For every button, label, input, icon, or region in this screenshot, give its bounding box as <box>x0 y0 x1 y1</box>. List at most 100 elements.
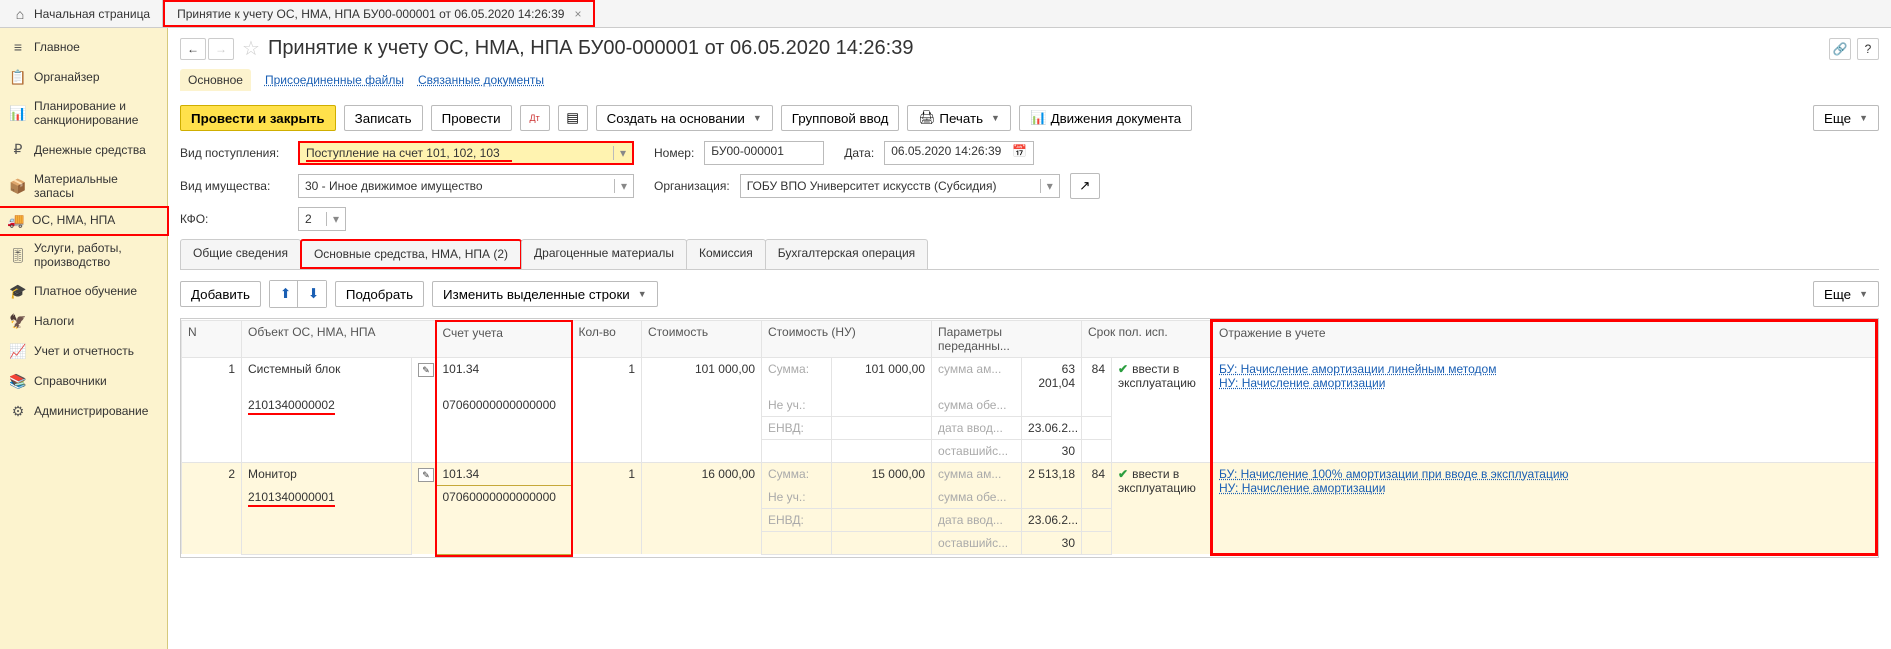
param-rest-val: 30 <box>1022 440 1082 463</box>
home-tab-label: Начальная страница <box>34 7 150 21</box>
document-tab[interactable]: Принятие к учету ОС, НМА, НПА БУ00-00000… <box>163 0 595 27</box>
post-close-button[interactable]: Провести и закрыть <box>180 105 336 131</box>
home-icon: ⌂ <box>12 6 28 22</box>
th-term: Срок пол. исп. <box>1082 321 1212 358</box>
sidebar-item-os-nma-npa[interactable]: 🚚ОС, НМА, НПА <box>0 206 169 236</box>
nu-neuch-label: Не уч.: <box>762 394 832 417</box>
cell-account-detail: 07060000000000000 <box>436 394 572 463</box>
star-icon[interactable]: ☆ <box>242 36 260 61</box>
nu-summa-val: 101 000,00 <box>832 358 932 395</box>
reflect-nu-link[interactable]: НУ: Начисление амортизации <box>1219 376 1385 390</box>
change-selected-button[interactable]: Изменить выделенные строки▼ <box>432 281 658 307</box>
sidebar-item-label: Учет и отчетность <box>34 344 134 358</box>
nomer-field[interactable]: БУ00-000001 <box>704 141 824 165</box>
sidebar-item-main[interactable]: ≡ Главное <box>0 32 167 62</box>
sidebar-item-education[interactable]: 🎓Платное обучение <box>0 276 167 306</box>
cell-object-inv: 2101340000001 <box>248 490 335 507</box>
tab-metals[interactable]: Драгоценные материалы <box>521 239 687 269</box>
reflect-bu-link[interactable]: БУ: Начисление амортизации линейным мето… <box>1219 362 1496 376</box>
sidebar-item-taxes[interactable]: 🦅Налоги <box>0 306 167 336</box>
sidebar-item-label: Услуги, работы, производство <box>34 241 157 270</box>
vvesti-label: ввести в эксплуатацию <box>1118 467 1196 495</box>
sidebar-item-label: Налоги <box>34 314 74 328</box>
cell-cost: 101 000,00 <box>642 358 762 463</box>
tab-commission[interactable]: Комиссия <box>686 239 766 269</box>
param-rest-val: 30 <box>1022 531 1082 554</box>
list-button[interactable]: ▤ <box>558 105 588 131</box>
card-icon[interactable]: ✎ <box>418 363 434 377</box>
pick-button[interactable]: Подобрать <box>335 281 424 307</box>
cell-account-detail[interactable]: 07060000000000000 <box>436 486 572 555</box>
vid-post-value: Поступление на счет 101, 102, 103 <box>306 146 500 160</box>
kfo-label: КФО: <box>180 212 288 226</box>
date-field[interactable]: 06.05.2020 14:26:39📅 <box>884 141 1034 165</box>
th-n: N <box>182 321 242 358</box>
sidebar-item-money[interactable]: ₽Денежные средства <box>0 135 167 165</box>
sidebar-item-admin[interactable]: ⚙Администрирование <box>0 396 167 426</box>
org-open-button[interactable]: ↗ <box>1070 173 1100 199</box>
print-button[interactable]: 🖨Печать▼ <box>907 105 1011 131</box>
sidebar-item-services[interactable]: 🎚 Услуги, работы, производство <box>0 234 167 277</box>
nomer-label: Номер: <box>654 146 694 160</box>
close-icon[interactable]: × <box>574 7 581 21</box>
vid-post-field[interactable]: Поступление на счет 101, 102, 103 ▾ <box>298 141 634 165</box>
th-account: Счет учета <box>436 321 572 358</box>
reflect-nu-link[interactable]: НУ: Начисление амортизации <box>1219 481 1385 495</box>
create-based-button[interactable]: Создать на основании▼ <box>596 105 773 131</box>
sidebar-item-planning[interactable]: 📊Планирование и санкционирование <box>0 92 167 135</box>
org-field[interactable]: ГОБУ ВПО Университет искусств (Субсидия)… <box>740 174 1060 198</box>
gear-icon: ⚙ <box>10 403 26 419</box>
forward-button[interactable]: → <box>208 38 234 60</box>
sidebar-item-label: Органайзер <box>34 70 100 84</box>
move-up-button[interactable]: ⬆ <box>270 281 298 307</box>
sliders-icon: 🎚 <box>10 247 26 263</box>
ruble-icon: ₽ <box>10 142 26 158</box>
tab-os-nma-npa[interactable]: Основные средства, НМА, НПА (2) <box>300 239 522 269</box>
back-button[interactable]: ← <box>180 38 206 60</box>
add-button[interactable]: Добавить <box>180 281 261 307</box>
sub-more-button[interactable]: Еще▼ <box>1813 281 1879 307</box>
card-icon[interactable]: ✎ <box>418 468 434 482</box>
sidebar-item-label: Главное <box>34 40 80 54</box>
help-icon[interactable]: ? <box>1857 38 1879 60</box>
sidebar-item-materials[interactable]: 📦Материальные запасы <box>0 165 167 208</box>
sidebar-item-organizer[interactable]: 📋Органайзер <box>0 62 167 92</box>
cell-n: 1 <box>182 358 242 463</box>
cell-object-inv: 2101340000002 <box>248 398 335 415</box>
movements-button[interactable]: 📊Движения документа <box>1019 105 1192 131</box>
link-icon[interactable]: 🔗 <box>1829 38 1851 60</box>
table-row[interactable]: 2 Монитор ✎ 101.34 1 16 000,00 Сумма: 15… <box>182 463 1877 486</box>
th-object: Объект ОС, НМА, НПА <box>242 321 436 358</box>
nav-files[interactable]: Присоединенные файлы <box>265 73 404 87</box>
move-down-button[interactable]: ⬇ <box>298 281 326 307</box>
graduation-icon: 🎓 <box>10 283 26 299</box>
kfo-field[interactable]: 2▾ <box>298 207 346 231</box>
menu-icon: ≡ <box>10 39 26 55</box>
reflect-bu-link[interactable]: БУ: Начисление 100% амортизации при ввод… <box>1219 467 1569 481</box>
list-icon: ▤ <box>566 110 579 126</box>
param-rest-label: оставшийс... <box>932 440 1022 463</box>
chevron-down-icon: ▾ <box>613 146 626 160</box>
table-row[interactable]: 1 Системный блок ✎ 101.34 1 101 000,00 С… <box>182 358 1877 395</box>
param-sum-ob-label: сумма обе... <box>932 394 1022 417</box>
th-qty: Кол-во <box>572 321 642 358</box>
param-date-label: дата ввод... <box>932 508 1022 531</box>
sidebar-item-reporting[interactable]: 📈Учет и отчетность <box>0 336 167 366</box>
vid-imush-field[interactable]: 30 - Иное движимое имущество▾ <box>298 174 634 198</box>
param-date-val: 23.06.2... <box>1022 508 1082 531</box>
save-button[interactable]: Записать <box>344 105 423 131</box>
nav-related[interactable]: Связанные документы <box>418 73 544 87</box>
box-icon: 📦 <box>10 178 26 194</box>
home-tab[interactable]: ⌂ Начальная страница <box>0 0 163 27</box>
post-button[interactable]: Провести <box>431 105 512 131</box>
tab-general[interactable]: Общие сведения <box>180 239 301 269</box>
dt-kt-button[interactable]: Дт <box>520 105 550 131</box>
nu-summa-val: 15 000,00 <box>832 463 932 486</box>
sidebar-item-refs[interactable]: 📚Справочники <box>0 366 167 396</box>
group-input-button[interactable]: Групповой ввод <box>781 105 900 131</box>
more-button[interactable]: Еще▼ <box>1813 105 1879 131</box>
tab-accounting-op[interactable]: Бухгалтерская операция <box>765 239 928 269</box>
th-params: Параметры переданны... <box>932 321 1082 358</box>
nav-main[interactable]: Основное <box>180 69 251 91</box>
plan-icon: 📊 <box>10 105 26 121</box>
